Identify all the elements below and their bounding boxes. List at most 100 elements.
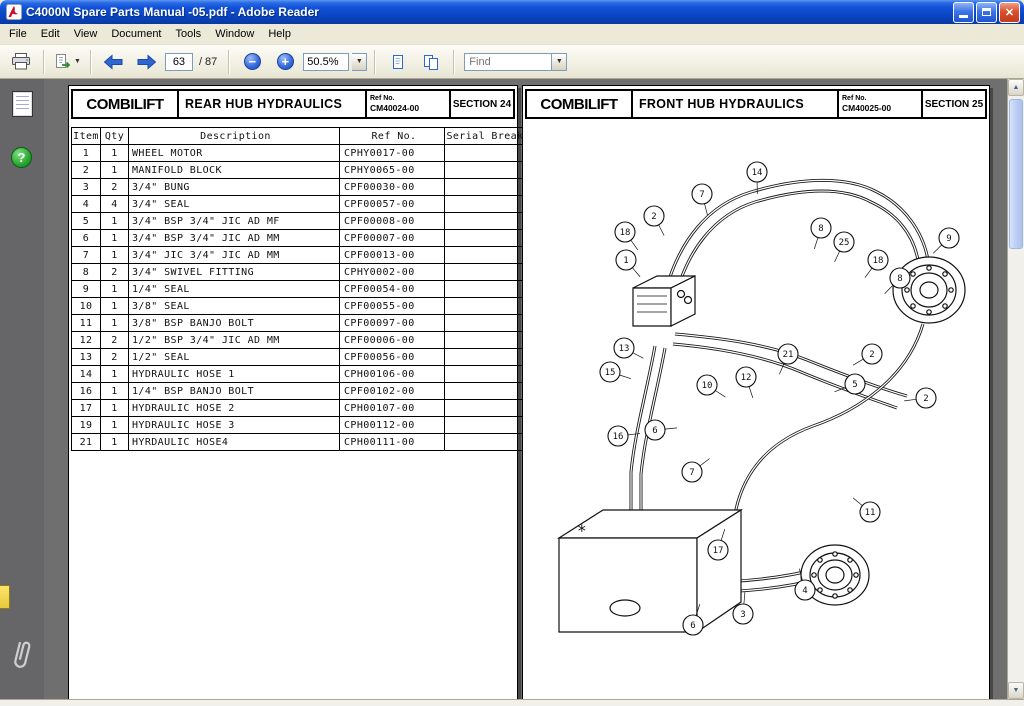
table-cell: 3/4" BUNG xyxy=(129,179,340,196)
table-cell: 1 xyxy=(101,162,129,179)
fit-page-button[interactable] xyxy=(416,49,446,75)
table-cell: 1 xyxy=(101,366,129,383)
table-cell xyxy=(445,366,526,383)
table-cell: 6 xyxy=(72,230,101,247)
menu-file[interactable]: File xyxy=(2,26,34,42)
close-button[interactable]: ✕ xyxy=(999,2,1020,23)
left-page-title: REAR HUB HYDRAULICS xyxy=(179,91,365,117)
table-cell: 1 xyxy=(101,400,129,417)
printer-icon xyxy=(11,53,31,70)
table-header: Qty xyxy=(101,128,129,145)
table-cell: 2 xyxy=(72,162,101,179)
table-cell: 1 xyxy=(101,383,129,400)
balloon-leader-line xyxy=(631,240,638,250)
print-button[interactable] xyxy=(6,49,36,75)
menu-help[interactable]: Help xyxy=(261,26,298,42)
menu-bar: File Edit View Document Tools Window Hel… xyxy=(0,24,1024,45)
scrollbar-thumb[interactable] xyxy=(1009,99,1023,249)
table-row: 141HYDRAULIC HOSE 1CPH00106-00 xyxy=(72,366,526,383)
arrow-left-icon xyxy=(103,54,124,70)
zoom-in-button[interactable]: + xyxy=(270,49,300,75)
table-cell xyxy=(445,162,526,179)
zoom-level-value[interactable]: 50.5% xyxy=(303,53,349,71)
table-cell: 1 xyxy=(101,145,129,162)
callout-number: 11 xyxy=(865,508,876,518)
table-cell xyxy=(445,213,526,230)
menu-document[interactable]: Document xyxy=(104,26,168,42)
table-header: Item xyxy=(72,128,101,145)
ref-value: CM40024-00 xyxy=(370,103,446,113)
previous-page-button[interactable] xyxy=(99,49,129,75)
scrolling-mode-button[interactable] xyxy=(383,49,413,75)
document-area: COMBILIFT REAR HUB HYDRAULICS Ref No. CM… xyxy=(44,79,1007,699)
manifold-block xyxy=(633,276,695,326)
balloon-leader-line xyxy=(904,399,916,401)
hydraulic-tank: * xyxy=(559,510,741,632)
next-page-button[interactable] xyxy=(132,49,162,75)
table-row: 443/4" SEALCPF00057-00 xyxy=(72,196,526,213)
pages-panel-icon[interactable] xyxy=(12,91,33,117)
callout-number: 7 xyxy=(689,468,694,478)
table-cell: 3/4" SEAL xyxy=(129,196,340,213)
table-cell: HYDRAULIC HOSE 1 xyxy=(129,366,340,383)
menu-tools[interactable]: Tools xyxy=(169,26,209,42)
balloon-leader-line xyxy=(814,238,818,250)
callout-number: 1 xyxy=(623,256,628,266)
toolbar: ▼ / 87 − + 50.5% ▼ xyxy=(0,45,1024,79)
navigation-pane: ? xyxy=(0,79,44,699)
scroll-up-arrow-icon[interactable]: ▲ xyxy=(1008,79,1024,96)
export-button[interactable]: ▼ xyxy=(52,49,83,75)
balloon-leader-line xyxy=(853,359,863,365)
table-cell: 13 xyxy=(72,349,101,366)
table-cell: 3/4" JIC 3/4" JIC AD MM xyxy=(129,247,340,264)
callout-number: 18 xyxy=(620,228,631,238)
table-cell: 17 xyxy=(72,400,101,417)
callout-number: 5 xyxy=(852,380,857,390)
attachments-paperclip-icon[interactable] xyxy=(10,638,34,677)
callout-number: 7 xyxy=(699,190,704,200)
callout-number: 2 xyxy=(923,394,928,404)
window-controls: ✕ xyxy=(953,2,1020,23)
table-cell: CPHY0017-00 xyxy=(340,145,445,162)
zoom-out-button[interactable]: − xyxy=(237,49,267,75)
callout-number: 14 xyxy=(752,168,763,178)
menu-window[interactable]: Window xyxy=(208,26,261,42)
table-cell xyxy=(445,230,526,247)
table-cell xyxy=(445,434,526,451)
menu-view[interactable]: View xyxy=(67,26,105,42)
callout-number: 18 xyxy=(873,256,884,266)
content-area: ? COMBILIFT REAR HUB HYDRAULICS Ref No. … xyxy=(0,79,1024,699)
page-total-label: / 87 xyxy=(199,56,217,68)
callout-number: 4 xyxy=(802,586,807,596)
table-cell: CPH00111-00 xyxy=(340,434,445,451)
front-hub-diagram: * 14721882591188131521212105261671117436 xyxy=(525,120,987,699)
zoom-dropdown-button[interactable]: ▼ xyxy=(352,53,367,71)
callout-number: 2 xyxy=(869,350,874,360)
balloon-leader-line xyxy=(744,592,745,604)
table-cell: 9 xyxy=(72,281,101,298)
table-header: Ref No. xyxy=(340,128,445,145)
page-number-input[interactable] xyxy=(165,53,193,71)
table-cell xyxy=(445,315,526,332)
table-row: 1221/2" BSP 3/4" JIC AD MMCPF00006-00 xyxy=(72,332,526,349)
comments-panel-icon[interactable] xyxy=(0,585,10,609)
horizontal-scrollbar[interactable] xyxy=(0,699,1024,706)
vertical-scrollbar[interactable]: ▲ ▼ xyxy=(1007,79,1024,699)
help-icon[interactable]: ? xyxy=(11,147,32,168)
menu-edit[interactable]: Edit xyxy=(34,26,67,42)
svg-text:*: * xyxy=(577,521,587,540)
table-row: 171HYDRAULIC HOSE 2CPH00107-00 xyxy=(72,400,526,417)
scroll-down-arrow-icon[interactable]: ▼ xyxy=(1008,682,1024,699)
table-cell xyxy=(445,383,526,400)
table-cell: 8 xyxy=(72,264,101,281)
callout-number: 16 xyxy=(613,432,624,442)
balloon-leader-line xyxy=(705,204,708,216)
find-dropdown-button[interactable]: ▼ xyxy=(552,53,567,71)
find-input[interactable] xyxy=(464,53,552,71)
minimize-button[interactable] xyxy=(953,2,974,23)
table-cell: 4 xyxy=(72,196,101,213)
table-cell: 21 xyxy=(72,434,101,451)
table-cell: CPF00057-00 xyxy=(340,196,445,213)
maximize-button[interactable] xyxy=(976,2,997,23)
callout-number: 12 xyxy=(741,373,752,383)
